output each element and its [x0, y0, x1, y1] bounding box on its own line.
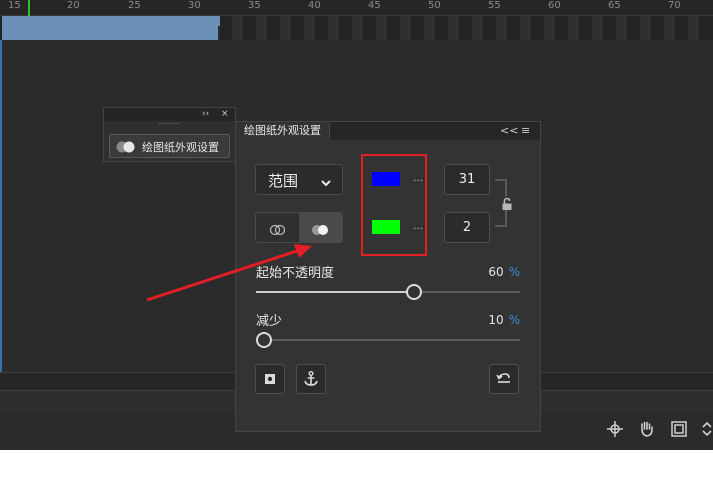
reduce-number: 10	[488, 313, 504, 327]
reduce-label: 减少	[256, 314, 283, 329]
frame-cell[interactable]	[304, 16, 315, 40]
anchor-icon	[304, 371, 318, 386]
start-opacity-thumb[interactable]	[406, 284, 422, 300]
unlock-icon[interactable]	[500, 196, 514, 210]
stage-area: 15 20 25 30 35 40 45 50 55 60 65 70 ›› ×…	[0, 0, 713, 450]
collapse-panel-button[interactable]: <<	[500, 122, 518, 140]
hand-icon[interactable]	[638, 420, 656, 438]
ruler-label: 40	[308, 0, 321, 11]
crosshair-icon[interactable]	[606, 420, 624, 438]
frame-cell[interactable]	[688, 16, 699, 40]
ruler-label: 15	[8, 0, 21, 11]
start-opacity-value[interactable]: 60%	[488, 265, 520, 279]
chevron-down-icon	[320, 174, 332, 187]
chevron-updown-icon[interactable]	[700, 420, 713, 438]
frame-cell[interactable]	[496, 16, 507, 40]
frame-cell[interactable]	[544, 16, 555, 40]
frame-cell[interactable]	[352, 16, 363, 40]
anchor-button[interactable]	[296, 364, 326, 394]
frame-cell[interactable]	[232, 16, 243, 40]
ruler-label: 45	[368, 0, 381, 11]
frame-cell[interactable]	[520, 16, 531, 40]
frame-cell[interactable]	[424, 16, 435, 40]
percent-unit: %	[508, 313, 520, 327]
frame-icon[interactable]	[670, 420, 688, 438]
ruler-label: 55	[488, 0, 501, 11]
panel-tab[interactable]: 绘图纸外观设置	[236, 122, 330, 140]
frame-cell[interactable]	[328, 16, 339, 40]
frame-cell[interactable]	[256, 16, 267, 40]
ruler-label: 30	[188, 0, 201, 11]
onion-skin-settings-label: 绘图纸外观设置	[142, 141, 219, 154]
record-icon	[265, 374, 275, 384]
ruler-label: 20	[67, 0, 80, 11]
onion-skin-icon	[115, 139, 137, 158]
collapsed-panel: ›› × 绘图纸外观设置	[103, 107, 236, 162]
after-color-more[interactable]: …	[413, 221, 423, 232]
layer-edge-indicator	[0, 40, 2, 372]
filled-circles-icon	[311, 221, 329, 240]
timeline-ruler[interactable]: 15 20 25 30 35 40 45 50 55 60 65 70	[0, 0, 713, 16]
frame-cell[interactable]	[568, 16, 579, 40]
start-opacity-slider[interactable]	[256, 284, 520, 300]
ruler-label: 50	[428, 0, 441, 11]
filled-mode-button[interactable]	[299, 213, 342, 242]
ruler-label: 60	[548, 0, 561, 11]
selected-frame-span[interactable]	[2, 16, 220, 40]
frames-before-field[interactable]: 31	[444, 164, 490, 195]
ruler-label: 25	[128, 0, 141, 11]
start-opacity-fill	[256, 291, 414, 293]
start-opacity-label: 起始不透明度	[256, 266, 335, 281]
outline-mode-button[interactable]	[256, 213, 299, 242]
ruler-label: 65	[608, 0, 621, 11]
reset-icon	[496, 373, 510, 383]
panel-header: 绘图纸外观设置 << ≡	[236, 122, 540, 140]
ruler-label: 35	[248, 0, 261, 11]
onion-skin-panel: 绘图纸外观设置 << ≡ 范围 … … 31 2 起始不透明度 60 % 减少 …	[235, 121, 541, 432]
frame-cell[interactable]	[448, 16, 459, 40]
ruler-label: 70	[668, 0, 681, 11]
start-opacity-number: 60	[488, 265, 504, 279]
outline-circles-icon	[269, 221, 287, 240]
reduce-value[interactable]: 10%	[488, 313, 520, 327]
frame-cell[interactable]	[664, 16, 675, 40]
before-color-more[interactable]: …	[413, 173, 423, 184]
frame-cell[interactable]	[616, 16, 627, 40]
frame-cell[interactable]	[280, 16, 291, 40]
collapsed-panel-header[interactable]: ›› ×	[104, 108, 235, 121]
reduce-slider[interactable]	[256, 332, 520, 348]
panel-menu-button[interactable]: ≡	[521, 122, 530, 140]
frame-cell[interactable]	[376, 16, 387, 40]
reset-button[interactable]	[489, 364, 519, 394]
frames-after-field[interactable]: 2	[444, 212, 490, 243]
percent-unit: %	[508, 265, 520, 279]
after-color-swatch[interactable]	[372, 220, 400, 234]
close-panel-button[interactable]: ×	[221, 108, 229, 121]
annotation-highlight-box	[361, 154, 427, 256]
frame-cell[interactable]	[400, 16, 411, 40]
frame-cell[interactable]	[592, 16, 603, 40]
onion-skin-style-toggle	[255, 212, 343, 243]
before-color-swatch[interactable]	[372, 172, 400, 186]
expand-panel-button[interactable]: ››	[202, 108, 209, 121]
frame-cell[interactable]	[472, 16, 483, 40]
onion-skin-settings-button[interactable]: 绘图纸外观设置	[109, 134, 230, 158]
panel-grip[interactable]	[159, 123, 179, 126]
frame-cell[interactable]	[640, 16, 651, 40]
onion-mode-dropdown[interactable]: 范围	[255, 164, 343, 195]
onion-mode-value: 范围	[268, 172, 299, 190]
playhead-marker[interactable]	[28, 0, 30, 16]
reduce-thumb[interactable]	[256, 332, 272, 348]
record-button[interactable]	[255, 364, 285, 394]
keyframe-end-marker	[218, 26, 220, 40]
